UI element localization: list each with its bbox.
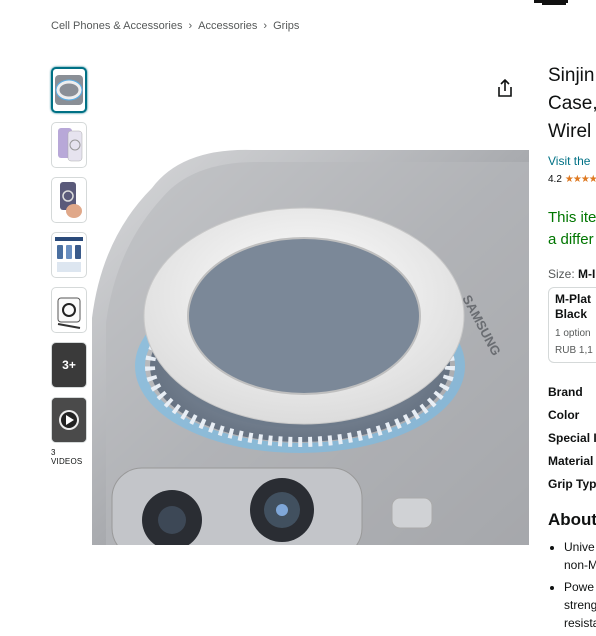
- phone-case-thumbnail-icon: [58, 128, 83, 162]
- about-heading: About: [548, 510, 596, 529]
- breadcrumb: Cell Phones & Accessories › Accessories …: [51, 20, 299, 32]
- thumbnail-2[interactable]: [51, 122, 87, 168]
- thumbnail-4[interactable]: [51, 232, 87, 278]
- product-specs: Brand Color Special I Material Grip Typ: [548, 381, 596, 496]
- availability-notice-line: a differ: [548, 231, 594, 248]
- share-icon[interactable]: [495, 78, 515, 98]
- product-title-line: Case,: [548, 93, 596, 114]
- product-title: Sinjin Case, Wirel: [548, 62, 596, 146]
- spec-grip-type: Grip Typ: [548, 477, 596, 491]
- size-option-name-line: Black: [555, 307, 588, 321]
- main-product-image[interactable]: SAMSUNG: [92, 148, 529, 545]
- thumbnail-more[interactable]: 3+: [51, 342, 87, 388]
- cart-icon[interactable]: [532, 0, 572, 8]
- size-option-name-line: M-Plat: [555, 292, 591, 306]
- size-value: M-I: [578, 267, 596, 281]
- spec-color: Color: [548, 408, 580, 422]
- size-option-card[interactable]: M-Plat Black 1 option RUB 1,1: [548, 287, 596, 363]
- product-title-line: Sinjin: [548, 65, 595, 86]
- play-video-icon: [52, 398, 86, 442]
- about-bullet: Unive non-M: [564, 538, 596, 574]
- size-label: Size:: [548, 267, 575, 281]
- thumbnail-5[interactable]: [51, 287, 87, 333]
- breadcrumb-link-cell-phones[interactable]: Cell Phones & Accessories: [51, 20, 182, 32]
- accessory-thumbnail-icon: [57, 297, 81, 329]
- thumbnail-video[interactable]: [51, 397, 87, 443]
- visit-store-link[interactable]: Visit the: [548, 154, 596, 168]
- breadcrumb-link-grips[interactable]: Grips: [273, 20, 299, 32]
- size-selector-label: Size: M-I: [548, 267, 596, 281]
- hand-phone-thumbnail-icon: [60, 182, 82, 218]
- product-title-line: Wirel: [548, 121, 592, 142]
- compatibility-thumbnail-icon: [55, 237, 83, 272]
- about-bullets: Unive non-M Powe streng resista: [548, 538, 596, 632]
- availability-notice-line: This ite: [548, 209, 596, 226]
- availability-notice: This ite a differ: [548, 207, 596, 251]
- thumbnail-1[interactable]: [51, 67, 87, 113]
- breadcrumb-link-accessories[interactable]: Accessories: [198, 20, 257, 32]
- about-bullet-line: Unive: [564, 540, 595, 554]
- about-bullet-line: Powe: [564, 580, 595, 594]
- thumbnail-3[interactable]: [51, 177, 87, 223]
- size-option-name: M-Plat Black: [555, 292, 596, 322]
- rating-row[interactable]: 4.2 ★★★★: [548, 174, 596, 185]
- breadcrumb-separator: ›: [188, 20, 193, 32]
- about-bullet: Powe streng resista: [564, 578, 596, 632]
- size-option-price: RUB 1,1: [555, 345, 593, 356]
- more-images-label: 3+: [62, 358, 76, 372]
- about-bullet-line: resista: [564, 616, 596, 630]
- about-bullet-line: streng: [564, 598, 596, 612]
- ring-thumbnail-icon: [55, 75, 83, 105]
- videos-count-label[interactable]: 3 VIDEOS: [51, 448, 89, 466]
- spec-special-feature: Special I: [548, 431, 596, 445]
- size-option-count: 1 option: [555, 328, 591, 339]
- about-bullet-line: non-M: [564, 558, 596, 572]
- breadcrumb-separator: ›: [263, 20, 268, 32]
- product-details-column: Sinjin Case, Wirel Visit the 4.2 ★★★★ Th…: [548, 62, 596, 636]
- thumbnail-strip: 3+ 3 VIDEOS: [51, 67, 89, 466]
- rating-value: 4.2: [548, 174, 562, 185]
- star-rating-icon: ★★★★: [564, 174, 596, 185]
- spec-material: Material: [548, 454, 594, 468]
- spec-brand: Brand: [548, 385, 583, 399]
- magnetic-ring-phone-image: SAMSUNG: [92, 149, 529, 545]
